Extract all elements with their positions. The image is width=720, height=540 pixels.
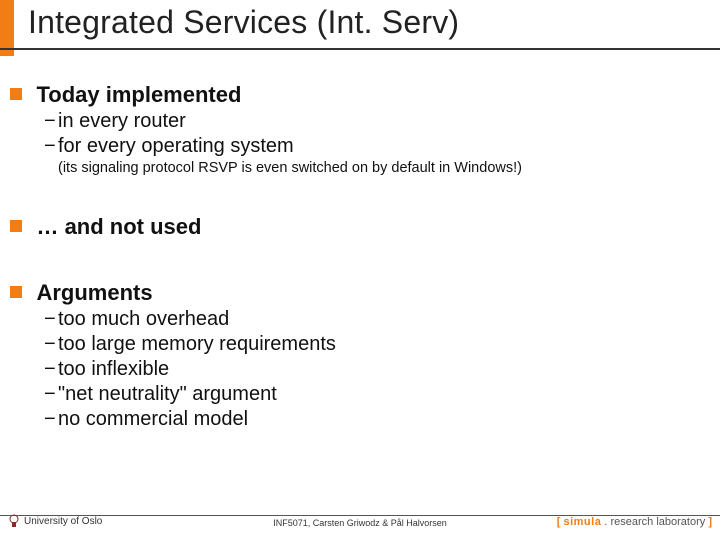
lab-name: simula <box>563 516 601 528</box>
bullet-level1: … and not used <box>10 214 700 240</box>
item-text: too large memory requirements <box>58 333 336 355</box>
bullet-level2: −too inflexible <box>44 358 700 381</box>
heading-text: … and not used <box>36 214 201 239</box>
parenthetical-note: (its signaling protocol RSVP is even swi… <box>58 160 700 176</box>
lab-label: [ simula . research laboratory ] <box>557 516 712 528</box>
dash-icon: − <box>44 383 58 406</box>
bullet-level2: −"net neutrality" argument <box>44 383 700 406</box>
bullet-level1: Today implemented <box>10 82 700 108</box>
item-text: "net neutrality" argument <box>58 383 277 405</box>
square-bullet-icon <box>10 88 22 100</box>
dash-icon: − <box>44 135 58 158</box>
item-text: in every router <box>58 110 186 132</box>
slide-title: Integrated Services (Int. Serv) <box>28 4 459 41</box>
heading-text: Arguments <box>36 280 152 305</box>
bullet-level1: Arguments <box>10 280 700 306</box>
bracket-close: ] <box>708 516 712 528</box>
dash-icon: − <box>44 358 58 381</box>
spacer <box>10 176 700 200</box>
square-bullet-icon <box>10 220 22 232</box>
slide: Integrated Services (Int. Serv) Today im… <box>0 0 720 540</box>
dash-icon: − <box>44 333 58 356</box>
footer: University of Oslo INF5071, Carsten Griw… <box>0 512 720 534</box>
bullet-level2: −no commercial model <box>44 408 700 431</box>
bullet-level2: −in every router <box>44 110 700 133</box>
square-bullet-icon <box>10 286 22 298</box>
spacer <box>10 242 700 266</box>
content-area: Today implemented −in every router −for … <box>10 68 700 431</box>
bullet-level2: −for every operating system <box>44 135 700 158</box>
heading-text: Today implemented <box>36 82 241 107</box>
title-underline <box>0 48 720 50</box>
dash-icon: − <box>44 308 58 331</box>
lab-suffix: . research laboratory <box>601 516 708 528</box>
dash-icon: − <box>44 110 58 133</box>
dash-icon: − <box>44 408 58 431</box>
item-text: too much overhead <box>58 308 229 330</box>
item-text: no commercial model <box>58 408 248 430</box>
bullet-level2: −too much overhead <box>44 308 700 331</box>
item-text: for every operating system <box>58 135 294 157</box>
item-text: too inflexible <box>58 358 169 380</box>
bullet-level2: −too large memory requirements <box>44 333 700 356</box>
